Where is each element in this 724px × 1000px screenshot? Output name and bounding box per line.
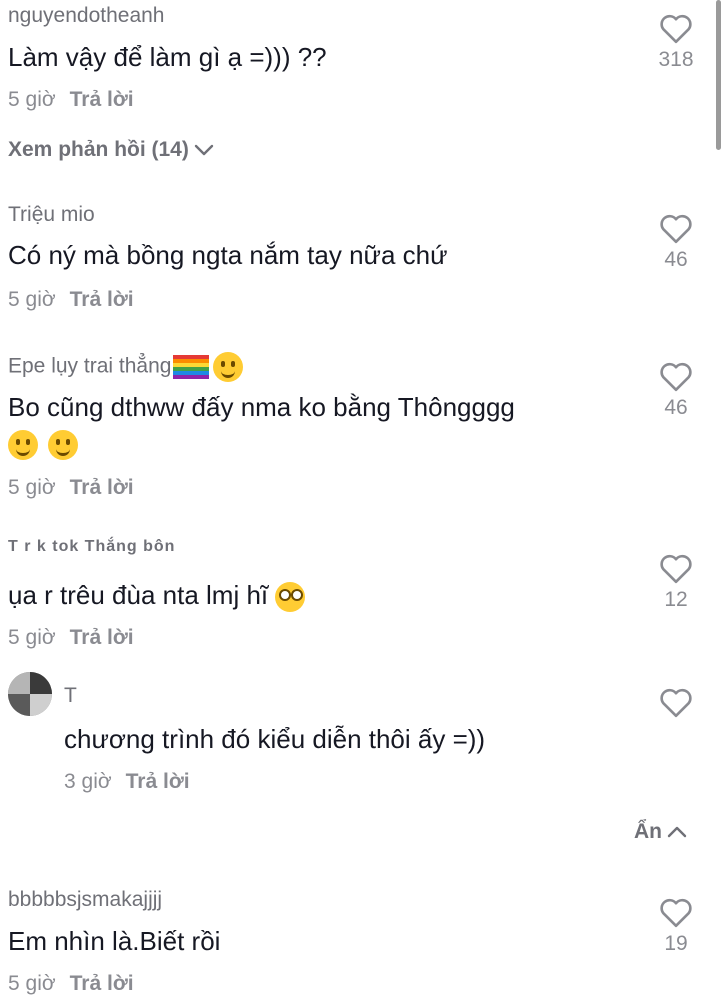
comment-meta: 5 giờ Trả lời [8,972,134,996]
chevron-up-icon [667,827,687,838]
comment-text: Bo cũng dthww đấy nma ko bằng Thôngggg [8,392,515,422]
comment-meta: 5 giờ Trả lời [8,288,134,312]
reply-button[interactable]: Trả lời [70,972,134,995]
like-button[interactable] [656,686,696,718]
smiling-hearts-emoji-icon [48,430,79,460]
heart-outline-icon [660,14,692,44]
comment-username[interactable]: Triệu mio [8,203,95,227]
comment-text: chương trình đó kiểu diễn thôi ấy =)) [64,724,486,754]
like-button[interactable]: 46 [656,212,696,272]
laughing-tears-emoji-icon [8,430,38,460]
comment-meta: 5 giờ Trả lời [8,476,134,500]
like-count: 46 [664,396,688,419]
like-count: 19 [664,932,688,955]
reply-button[interactable]: Trả lời [126,770,190,793]
like-button[interactable]: 318 [656,12,696,72]
reply-button[interactable]: Trả lời [70,88,134,111]
smile-emoji-icon [213,352,244,382]
hide-replies-button[interactable]: Ẩn [634,820,688,844]
like-count: 12 [664,588,688,611]
rainbow-flag-icon [173,355,210,379]
comment-emojis [8,430,79,460]
heart-outline-icon [660,898,692,928]
comment-text: Em nhìn là.Biết rồi [8,926,221,956]
comment-time: 5 giờ [8,288,56,311]
comment-text: Làm vậy để làm gì ạ =))) ?? [8,42,327,72]
comment-time: 5 giờ [8,476,56,499]
heart-outline-icon [660,362,692,392]
scrollbar[interactable] [716,0,721,150]
heart-outline-icon [660,214,692,244]
comment-username[interactable]: T [64,684,77,708]
avatar[interactable] [8,672,52,716]
like-button[interactable]: 12 [656,552,696,612]
comment-text: Có ný mà bồng ngta nắm tay nữa chứ [8,240,448,270]
like-button[interactable]: 46 [656,360,696,420]
comment-meta: 3 giờ Trả lời [64,770,190,794]
comment-text: ụa r trêu đùa nta lmj hĩ [8,580,306,613]
comment-time: 5 giờ [8,626,56,649]
reply-button[interactable]: Trả lời [70,626,134,649]
flushed-emoji-icon [275,582,306,613]
comment-time: 3 giờ [64,770,112,793]
comment-time: 5 giờ [8,972,56,995]
comment-time: 5 giờ [8,88,56,111]
comment-username[interactable]: bbbbbsjsmakajjjj [8,888,162,912]
heart-outline-icon [660,554,692,584]
comment-meta: 5 giờ Trả lời [8,88,134,112]
reply-button[interactable]: Trả lời [70,288,134,311]
comment-username[interactable]: T r k tok Thắng bôn [8,538,175,556]
chevron-down-icon [194,145,214,156]
like-count: 46 [664,248,688,271]
comment-username[interactable]: nguyendotheanh [8,4,165,28]
like-count: 318 [658,48,694,71]
comment-username[interactable]: Epe lụy trai thẳng [8,352,244,382]
view-replies-button[interactable]: Xem phản hồi (14) [8,138,215,162]
like-button[interactable]: 19 [656,896,696,956]
reply-button[interactable]: Trả lời [70,476,134,499]
heart-outline-icon [660,688,692,718]
comment-meta: 5 giờ Trả lời [8,626,134,650]
